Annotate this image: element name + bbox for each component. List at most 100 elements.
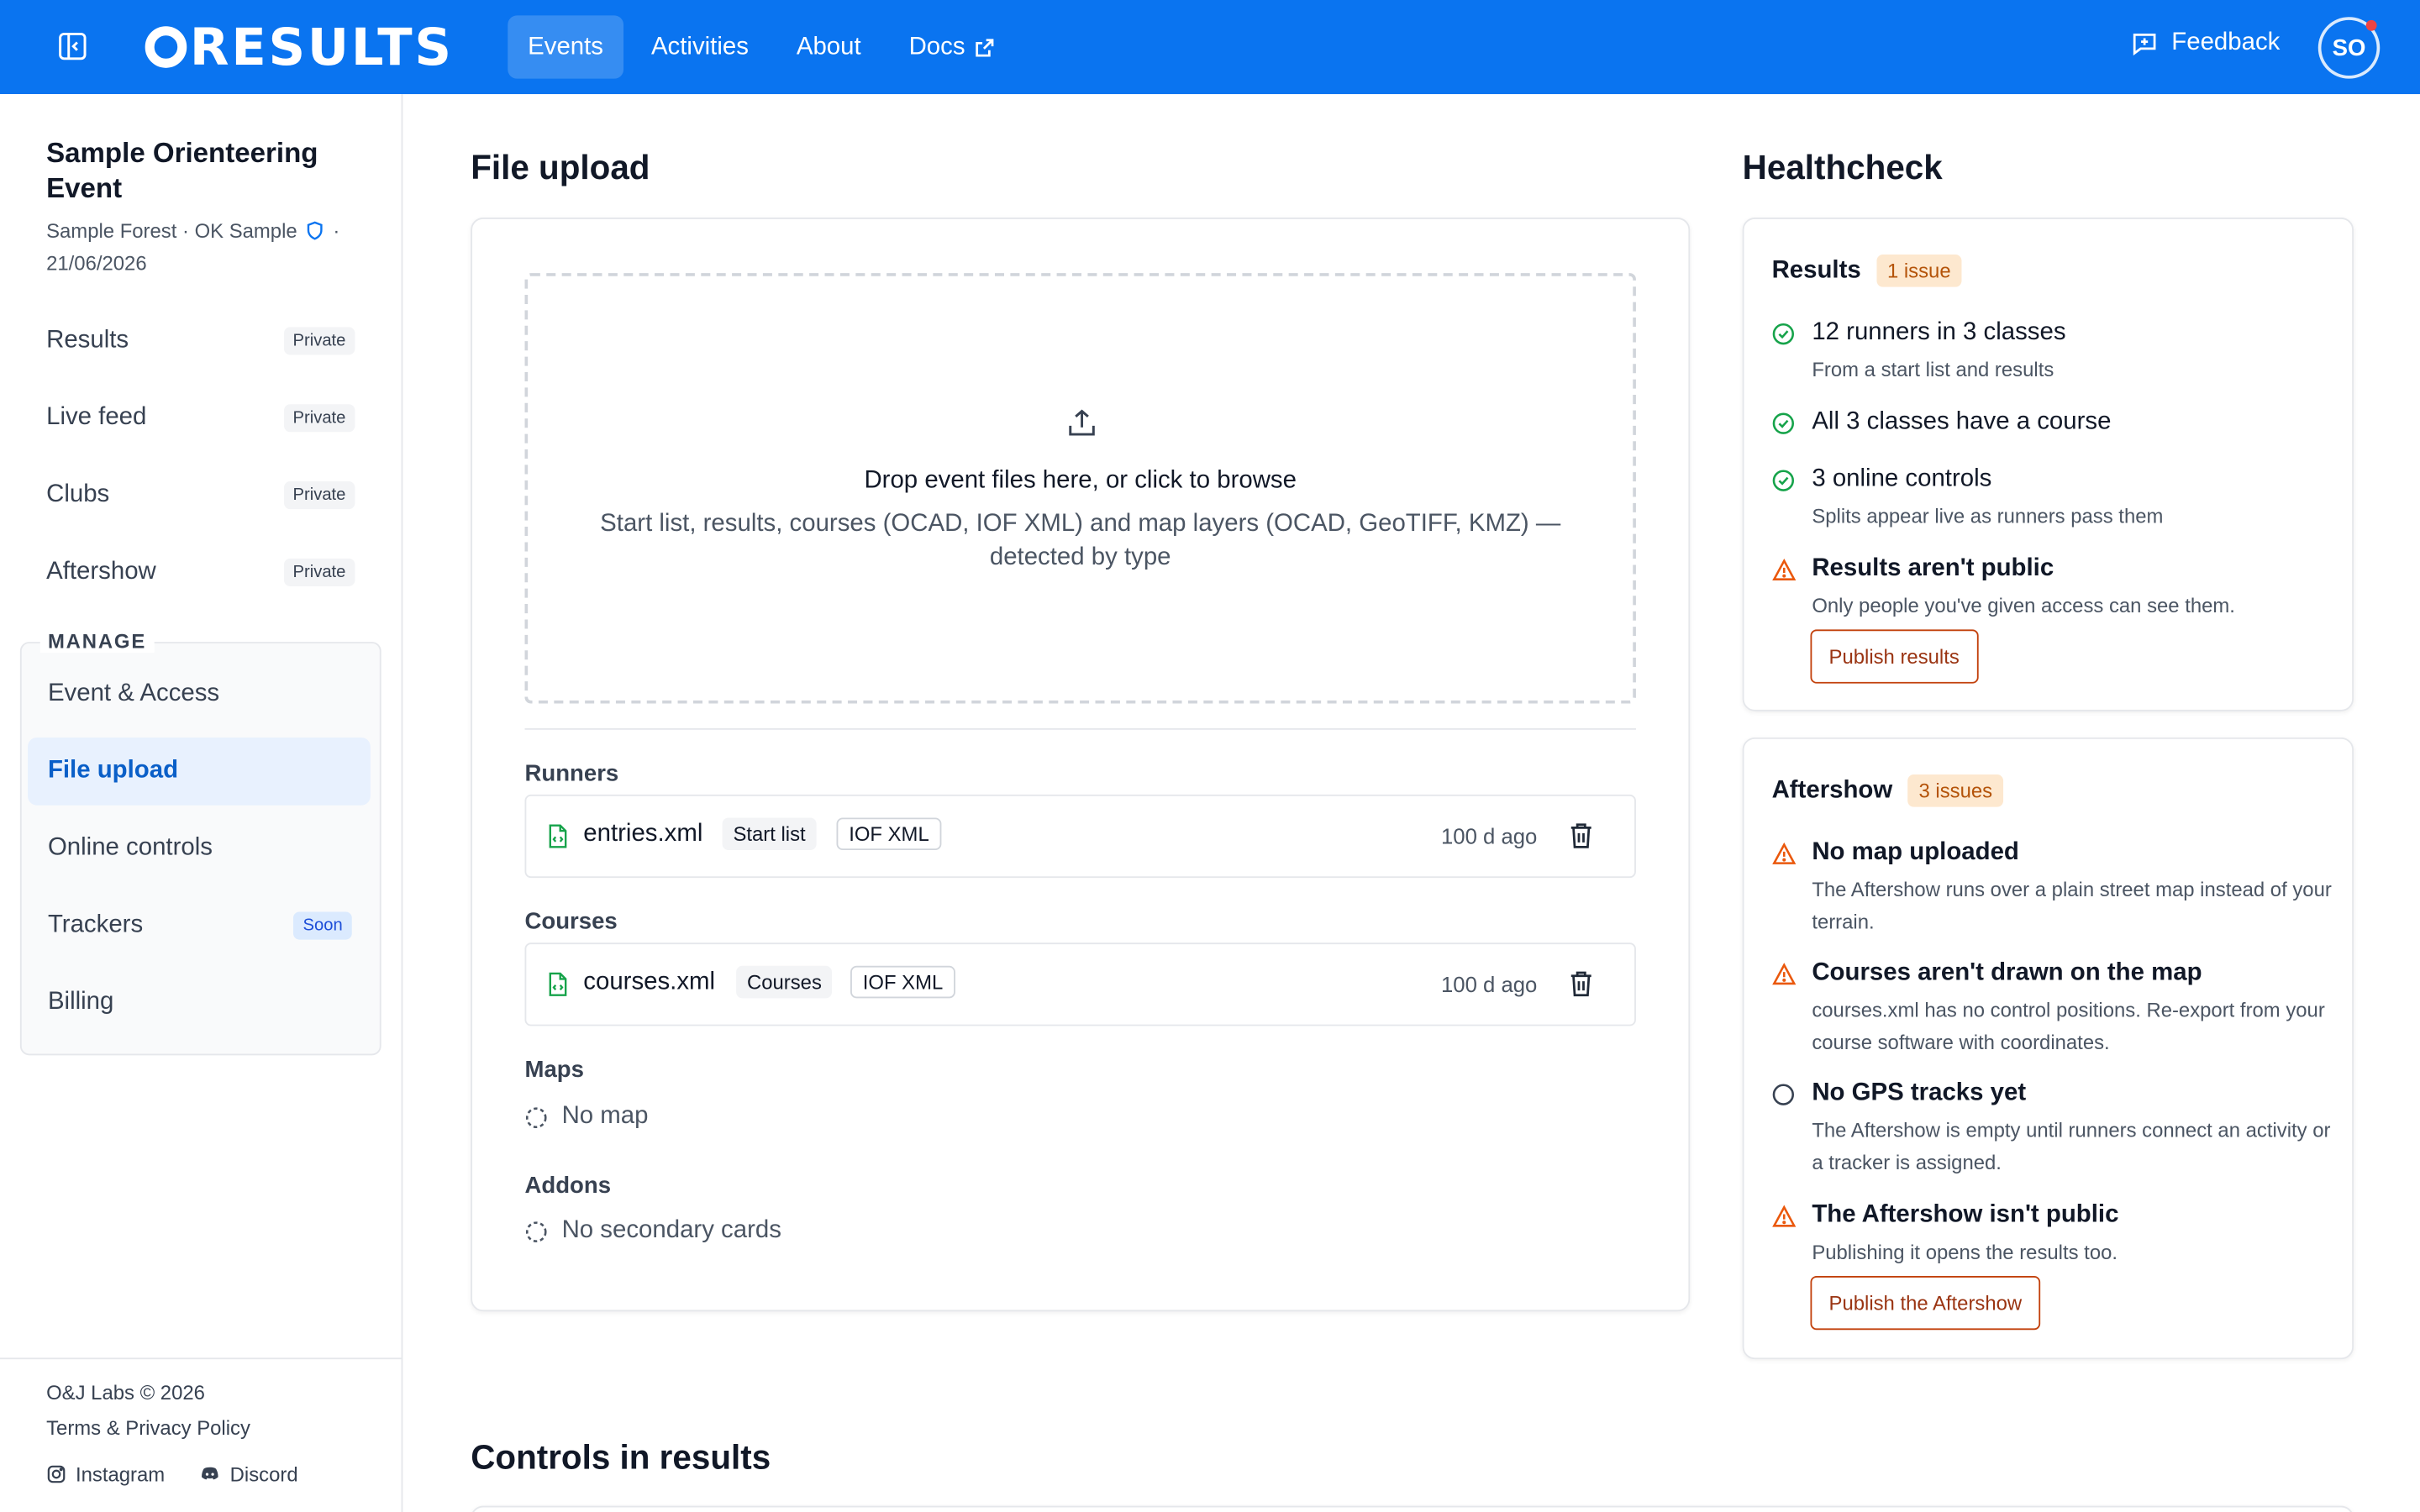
health-item-desc: Only people you've given access can see … bbox=[1812, 594, 2235, 617]
divider bbox=[524, 727, 1636, 730]
file-kind-tag: Start list bbox=[722, 817, 817, 851]
file-xml-icon bbox=[549, 824, 567, 848]
feedback-button[interactable]: Feedback bbox=[2132, 29, 2281, 57]
warning-icon bbox=[1772, 558, 1797, 580]
runners-heading: Runners bbox=[524, 760, 619, 787]
check-circle-icon bbox=[1772, 412, 1795, 434]
warning-icon bbox=[1772, 842, 1797, 864]
sidebar-item-aftershow[interactable]: Aftershow Private bbox=[46, 551, 355, 594]
manage-item-label: File upload bbox=[47, 757, 179, 785]
logo-text: RESULTS bbox=[189, 16, 454, 76]
discord-link[interactable]: Discord bbox=[199, 1462, 298, 1486]
instagram-icon bbox=[47, 1465, 66, 1483]
trash-icon[interactable] bbox=[1568, 821, 1594, 850]
sidebar-item-label: Live feed bbox=[46, 404, 147, 431]
warning-icon bbox=[1772, 963, 1797, 985]
health-item-title: All 3 classes have a course bbox=[1812, 408, 2112, 435]
addons-empty-text: No secondary cards bbox=[561, 1217, 781, 1244]
runners-file-row[interactable]: entries.xml Start list IOF XML 100 d ago bbox=[524, 794, 1636, 879]
terms-link[interactable]: Terms & Privacy Policy bbox=[46, 1416, 250, 1440]
health-item-title: No GPS tracks yet bbox=[1812, 1079, 2027, 1106]
manage-item-label: Online controls bbox=[47, 834, 213, 861]
notification-dot bbox=[2365, 19, 2377, 31]
instagram-link[interactable]: Instagram bbox=[46, 1462, 165, 1486]
sidebar-item-event-access[interactable]: Event & Access bbox=[28, 660, 371, 728]
check-circle-icon bbox=[1772, 470, 1795, 491]
courses-heading: Courses bbox=[524, 908, 618, 936]
healthcheck-title: Healthcheck bbox=[1742, 148, 1943, 187]
file-kind-tag: Courses bbox=[736, 965, 833, 999]
dropzone-subtitle: Start list, results, courses (OCAD, IOF … bbox=[600, 510, 1561, 571]
private-badge: Private bbox=[283, 327, 355, 355]
nav-docs[interactable]: Docs bbox=[889, 15, 1016, 78]
health-item-desc: The Aftershow is empty until runners con… bbox=[1812, 1118, 2331, 1174]
event-title: Sample Orienteering Event bbox=[46, 137, 318, 204]
verified-shield-icon bbox=[308, 221, 323, 240]
dropzone-title: Drop event files here, or click to brows… bbox=[864, 467, 1297, 494]
health-item-title: No map uploaded bbox=[1812, 839, 2019, 866]
maps-heading: Maps bbox=[524, 1057, 584, 1084]
results-health-header: Results 1 issue bbox=[1772, 255, 1962, 287]
app-logo[interactable]: RESULTS bbox=[145, 18, 454, 74]
nav-events-label: Events bbox=[528, 33, 604, 60]
nav-activities[interactable]: Activities bbox=[631, 15, 769, 78]
health-item-title: The Aftershow isn't public bbox=[1812, 1201, 2119, 1229]
check-circle-icon bbox=[1772, 323, 1795, 345]
file-dropzone[interactable]: Drop event files here, or click to brows… bbox=[524, 273, 1636, 704]
manage-item-label: Event & Access bbox=[47, 680, 220, 707]
manage-item-label: Billing bbox=[47, 989, 114, 1016]
health-item-title: Courses aren't drawn on the map bbox=[1812, 959, 2202, 986]
nav-about[interactable]: About bbox=[776, 15, 881, 78]
warning-icon bbox=[1772, 1205, 1797, 1227]
sidebar-item-billing[interactable]: Billing bbox=[28, 969, 371, 1037]
aftershow-health-title: Aftershow bbox=[1771, 776, 1893, 804]
health-item-title: 12 runners in 3 classes bbox=[1812, 319, 2066, 346]
dashed-circle-icon bbox=[525, 1221, 547, 1242]
nav-events[interactable]: Events bbox=[508, 15, 623, 79]
file-name: courses.xml bbox=[583, 969, 716, 995]
publish-results-button[interactable]: Publish results bbox=[1810, 629, 1978, 684]
discord-label: Discord bbox=[229, 1462, 298, 1486]
avatar-initials: SO bbox=[2332, 34, 2366, 61]
sidebar-item-live-feed[interactable]: Live feed Private bbox=[46, 396, 355, 439]
logo-ring-icon bbox=[145, 25, 187, 67]
sidebar-item-label: Results bbox=[46, 327, 129, 354]
top-bar: RESULTS Events Activities About Docs Fee… bbox=[0, 0, 2420, 95]
results-health-title: Results bbox=[1771, 256, 1861, 284]
maps-empty-text: No map bbox=[561, 1103, 649, 1130]
main-nav: Events Activities About Docs bbox=[508, 15, 1023, 79]
nav-activities-label: Activities bbox=[650, 33, 749, 60]
empty-circle-icon bbox=[1772, 1084, 1795, 1105]
issue-badge: 3 issues bbox=[1907, 774, 2003, 807]
user-avatar[interactable]: SO bbox=[2317, 17, 2381, 79]
file-time: 100 d ago bbox=[1440, 972, 1538, 997]
trash-icon[interactable] bbox=[1568, 969, 1594, 998]
file-format-tag: IOF XML bbox=[850, 965, 955, 999]
health-item-title: Results aren't public bbox=[1812, 555, 2054, 582]
sidebar: Sample Orienteering Event Sample Forest … bbox=[0, 94, 403, 1512]
private-badge: Private bbox=[283, 481, 355, 510]
publish-aftershow-button[interactable]: Publish the Aftershow bbox=[1810, 1275, 2041, 1331]
discord-icon bbox=[202, 1467, 218, 1480]
feedback-icon bbox=[2133, 33, 2156, 55]
addons-empty: No secondary cards bbox=[524, 1217, 781, 1245]
file-format-tag: IOF XML bbox=[836, 817, 942, 851]
health-item-desc: courses.xml has no control positions. Re… bbox=[1812, 998, 2325, 1054]
sidebar-item-file-upload[interactable]: File upload bbox=[28, 737, 371, 806]
manage-item-label: Trackers bbox=[47, 911, 144, 938]
sidebar-item-results[interactable]: Results Private bbox=[46, 319, 355, 362]
sidebar-toggle-icon[interactable] bbox=[55, 29, 89, 63]
aftershow-health-card: Aftershow 3 issues No map uploaded The A… bbox=[1742, 737, 2354, 1360]
sidebar-item-trackers[interactable]: Trackers Soon bbox=[28, 892, 371, 960]
sidebar-item-label: Aftershow bbox=[46, 558, 156, 585]
feedback-label: Feedback bbox=[2171, 29, 2281, 56]
sidebar-footer: O&J Labs © 2026 Terms & Privacy Policy I… bbox=[0, 1357, 402, 1512]
courses-file-row[interactable]: courses.xml Courses IOF XML 100 d ago bbox=[524, 942, 1636, 1026]
private-badge: Private bbox=[283, 558, 355, 586]
manage-heading: MANAGE bbox=[39, 629, 155, 653]
file-time: 100 d ago bbox=[1440, 823, 1538, 849]
controls-title: Controls in results bbox=[471, 1437, 771, 1477]
sidebar-item-clubs[interactable]: Clubs Private bbox=[46, 474, 355, 517]
health-item-desc: The Aftershow runs over a plain street m… bbox=[1812, 878, 2332, 934]
sidebar-item-online-controls[interactable]: Online controls bbox=[28, 815, 371, 883]
